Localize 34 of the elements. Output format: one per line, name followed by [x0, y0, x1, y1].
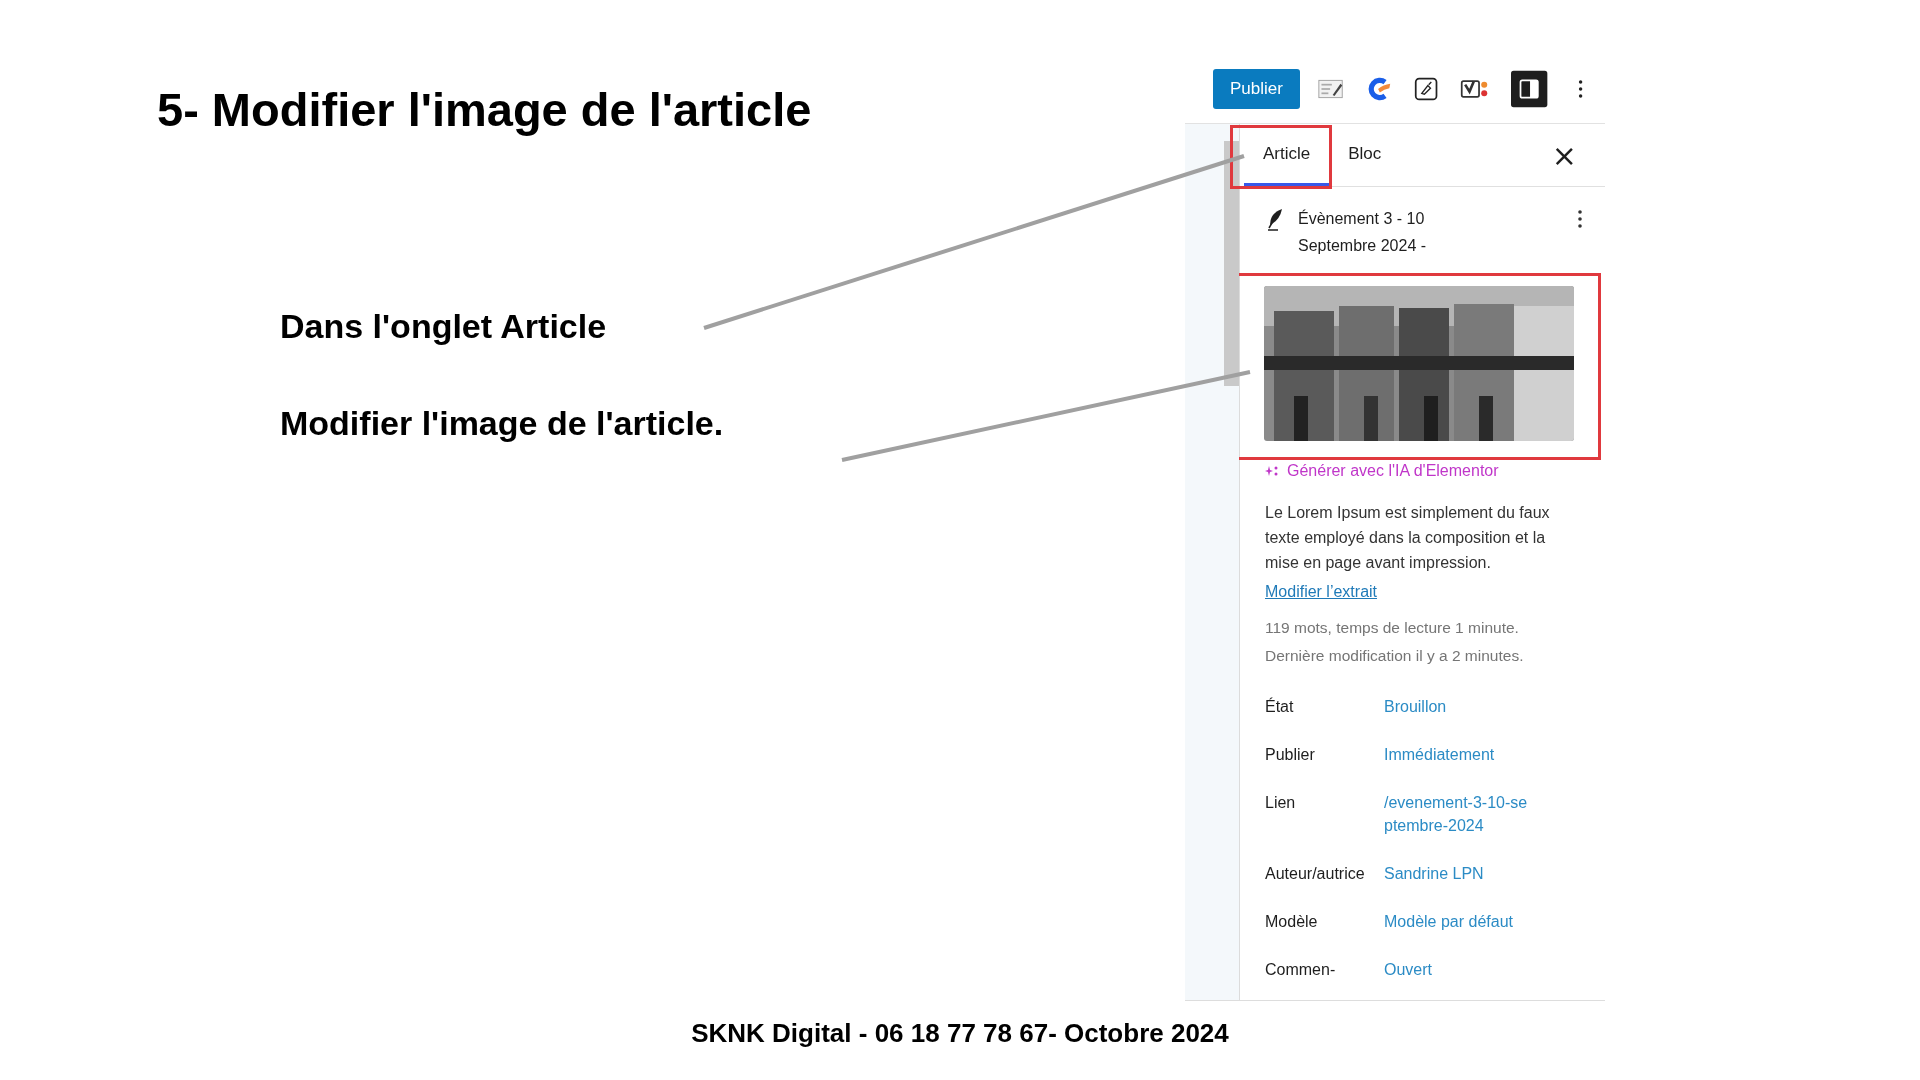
field-value-link[interactable]: Immédiatement — [1384, 743, 1534, 766]
feather-icon — [1266, 207, 1284, 231]
field-value-link[interactable]: Ouvert — [1384, 958, 1534, 981]
field-value-link[interactable]: /evenement-3-10-septembre-2024 — [1384, 791, 1534, 837]
field-label: État — [1265, 696, 1295, 717]
sidebar-toggle-icon[interactable] — [1511, 68, 1548, 110]
instruction-text: Modifier l'image de l'article. — [280, 404, 725, 443]
field-value-link[interactable]: Modèle par défaut — [1384, 910, 1534, 933]
slide-title: 5- Modifier l'image de l'article — [157, 82, 813, 137]
field-label: Auteur/autrice — [1265, 864, 1366, 884]
edit-excerpt-link[interactable]: Modifier l’extrait — [1265, 583, 1378, 601]
field-label: Modèle — [1265, 912, 1319, 932]
edit-document-icon[interactable] — [1317, 77, 1344, 101]
instruction-text: Dans l'onglet Article — [280, 307, 608, 346]
post-title: Évènement 3 - 10 Septembre 2024 - — [1298, 208, 1428, 256]
close-button[interactable]: × — [1545, 124, 1583, 186]
field-label: Commen- — [1265, 960, 1337, 980]
field-value-link[interactable]: Brouillon — [1384, 695, 1534, 718]
field-label: Publier — [1265, 745, 1316, 765]
sidebar-tab[interactable]: Bloc — [1329, 124, 1401, 186]
field-label: Lien — [1265, 793, 1297, 813]
more-options-icon[interactable] — [1577, 78, 1583, 100]
pen-nib-icon[interactable] — [1413, 75, 1439, 103]
scrollbar[interactable] — [1224, 141, 1239, 386]
excerpt-text: Le Lorem Ipsum est simplement du faux texte employé dans la composition et la mise en page avant impression. — [1265, 503, 1551, 573]
sparkle-icon — [1265, 465, 1279, 477]
publish-button[interactable]: Publier — [1213, 69, 1300, 109]
more-options-icon[interactable] — [1577, 209, 1583, 229]
sidebar-tab[interactable]: Article — [1244, 124, 1330, 186]
field-value-link[interactable]: Sandrine LPN — [1384, 862, 1534, 885]
footer-text: SKNK Digital - 06 18 77 78 67- Octobre 2024 — [690, 1018, 1230, 1049]
ai-generate-link[interactable]: Générer avec l'IA d'Elementor — [1265, 462, 1583, 480]
stats-text: Dernière modification il y a 2 minutes. — [1265, 647, 1525, 665]
stats-text: 119 mots, temps de lecture 1 minute. — [1265, 619, 1520, 637]
